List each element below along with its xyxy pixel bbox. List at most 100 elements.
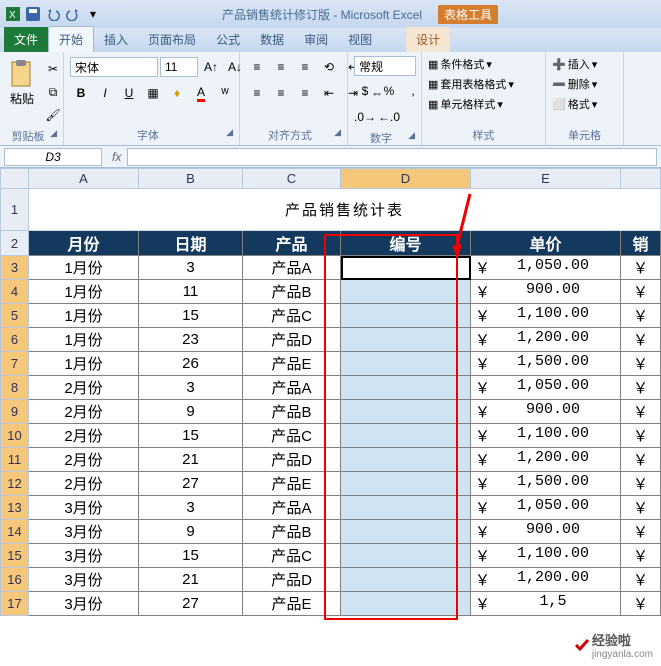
qat-dropdown-icon[interactable]: ▾ [84, 5, 102, 23]
cell-sales[interactable]: ￥ [621, 256, 661, 280]
cell-month[interactable]: 1月份 [29, 256, 139, 280]
row-header[interactable]: 4 [1, 280, 29, 304]
cell-product[interactable]: 产品C [243, 304, 341, 328]
cell-date[interactable]: 3 [139, 256, 243, 280]
header-product[interactable]: 产品 [243, 231, 341, 256]
cell-month[interactable]: 1月份 [29, 328, 139, 352]
tab-review[interactable]: 审阅 [294, 27, 338, 52]
name-box[interactable]: D3 [4, 148, 102, 166]
dialog-launcher-icon[interactable]: ◢ [50, 128, 57, 139]
cell-price[interactable]: ￥900.00 [471, 400, 621, 424]
cell-sales[interactable]: ￥ [621, 280, 661, 304]
cell-month[interactable]: 3月份 [29, 544, 139, 568]
cell-product[interactable]: 产品A [243, 376, 341, 400]
cell-sales[interactable]: ￥ [621, 472, 661, 496]
row-header[interactable]: 15 [1, 544, 29, 568]
row-header[interactable]: 16 [1, 568, 29, 592]
row-header[interactable]: 14 [1, 520, 29, 544]
col-header-d[interactable]: D [341, 169, 471, 189]
cell-product[interactable]: 产品B [243, 520, 341, 544]
cell-product[interactable]: 产品E [243, 592, 341, 616]
cell-price[interactable]: ￥1,100.00 [471, 424, 621, 448]
col-header-e[interactable]: E [471, 169, 621, 189]
col-header-c[interactable]: C [243, 169, 341, 189]
cell-code[interactable] [341, 256, 471, 280]
cell-month[interactable]: 3月份 [29, 568, 139, 592]
row-header[interactable]: 7 [1, 352, 29, 376]
align-center-icon[interactable]: ≡ [270, 82, 292, 104]
row-header[interactable]: 1 [1, 189, 29, 231]
tab-page-layout[interactable]: 页面布局 [138, 27, 206, 52]
save-icon[interactable] [24, 5, 42, 23]
tab-view[interactable]: 视图 [338, 27, 382, 52]
cell-date[interactable]: 21 [139, 448, 243, 472]
cell-month[interactable]: 2月份 [29, 448, 139, 472]
orientation-icon[interactable]: ⟲ [318, 56, 340, 78]
copy-icon[interactable]: ⧉ [42, 81, 64, 103]
insert-cells-button[interactable]: ➕ 插入 ▾ [552, 56, 597, 72]
cell-month[interactable]: 3月份 [29, 520, 139, 544]
increase-font-icon[interactable]: A↑ [200, 56, 222, 78]
cell-sales[interactable]: ￥ [621, 424, 661, 448]
header-sales[interactable]: 销 [621, 231, 661, 256]
row-header[interactable]: 10 [1, 424, 29, 448]
cell-date[interactable]: 15 [139, 544, 243, 568]
formula-bar[interactable] [127, 148, 657, 166]
cell-price[interactable]: ￥900.00 [471, 520, 621, 544]
phonetic-icon[interactable]: ᵂ [214, 82, 236, 104]
cell-sales[interactable]: ￥ [621, 328, 661, 352]
cell-price[interactable]: ￥900.00 [471, 280, 621, 304]
cell-month[interactable]: 1月份 [29, 280, 139, 304]
align-top-icon[interactable]: ≡ [246, 56, 268, 78]
cell-product[interactable]: 产品D [243, 328, 341, 352]
tab-file[interactable]: 文件 [4, 27, 48, 52]
cell-date[interactable]: 27 [139, 472, 243, 496]
conditional-format-button[interactable]: ▦ 条件格式 ▾ [428, 56, 492, 72]
header-price[interactable]: 单价 [471, 231, 621, 256]
tab-formulas[interactable]: 公式 [206, 27, 250, 52]
cell-product[interactable]: 产品C [243, 544, 341, 568]
cell-code[interactable] [341, 568, 471, 592]
align-right-icon[interactable]: ≡ [294, 82, 316, 104]
cell-product[interactable]: 产品A [243, 256, 341, 280]
header-code[interactable]: 编号 [341, 231, 471, 256]
percent-icon[interactable]: % [378, 80, 400, 102]
paste-button[interactable]: 粘贴 [6, 56, 38, 109]
font-color-button[interactable]: A [190, 82, 212, 104]
fill-color-button[interactable]: ♦ [166, 82, 188, 104]
cell-date[interactable]: 23 [139, 328, 243, 352]
cell-price[interactable]: ￥1,500.00 [471, 352, 621, 376]
cell-code[interactable] [341, 496, 471, 520]
format-painter-icon[interactable]: 🖌 [42, 104, 64, 126]
row-header[interactable]: 5 [1, 304, 29, 328]
cell-code[interactable] [341, 352, 471, 376]
bold-button[interactable]: B [70, 82, 92, 104]
cell-month[interactable]: 2月份 [29, 472, 139, 496]
cell-product[interactable]: 产品E [243, 352, 341, 376]
header-date[interactable]: 日期 [139, 231, 243, 256]
cell-code[interactable] [341, 376, 471, 400]
align-left-icon[interactable]: ≡ [246, 82, 268, 104]
redo-icon[interactable] [64, 5, 82, 23]
cell-date[interactable]: 9 [139, 400, 243, 424]
row-header[interactable]: 8 [1, 376, 29, 400]
cell-month[interactable]: 2月份 [29, 400, 139, 424]
cell-code[interactable] [341, 592, 471, 616]
cell-code[interactable] [341, 472, 471, 496]
cell-price[interactable]: ￥1,100.00 [471, 304, 621, 328]
dialog-launcher-icon[interactable]: ◢ [334, 127, 341, 138]
cell-month[interactable]: 2月份 [29, 424, 139, 448]
worksheet[interactable]: A B C D E 1 产品销售统计表 2 月份 日期 产品 编号 单价 销 3… [0, 168, 661, 616]
cell-product[interactable]: 产品D [243, 448, 341, 472]
cell-code[interactable] [341, 520, 471, 544]
increase-decimal-icon[interactable]: .0→ [354, 106, 376, 128]
cell-date[interactable]: 15 [139, 424, 243, 448]
align-middle-icon[interactable]: ≡ [270, 56, 292, 78]
font-size-combo[interactable]: 11 [160, 57, 198, 77]
row-header[interactable]: 2 [1, 231, 29, 256]
cell-date[interactable]: 9 [139, 520, 243, 544]
fx-icon[interactable]: fx [106, 150, 127, 164]
col-header-b[interactable]: B [139, 169, 243, 189]
row-header[interactable]: 17 [1, 592, 29, 616]
cell-date[interactable]: 3 [139, 496, 243, 520]
